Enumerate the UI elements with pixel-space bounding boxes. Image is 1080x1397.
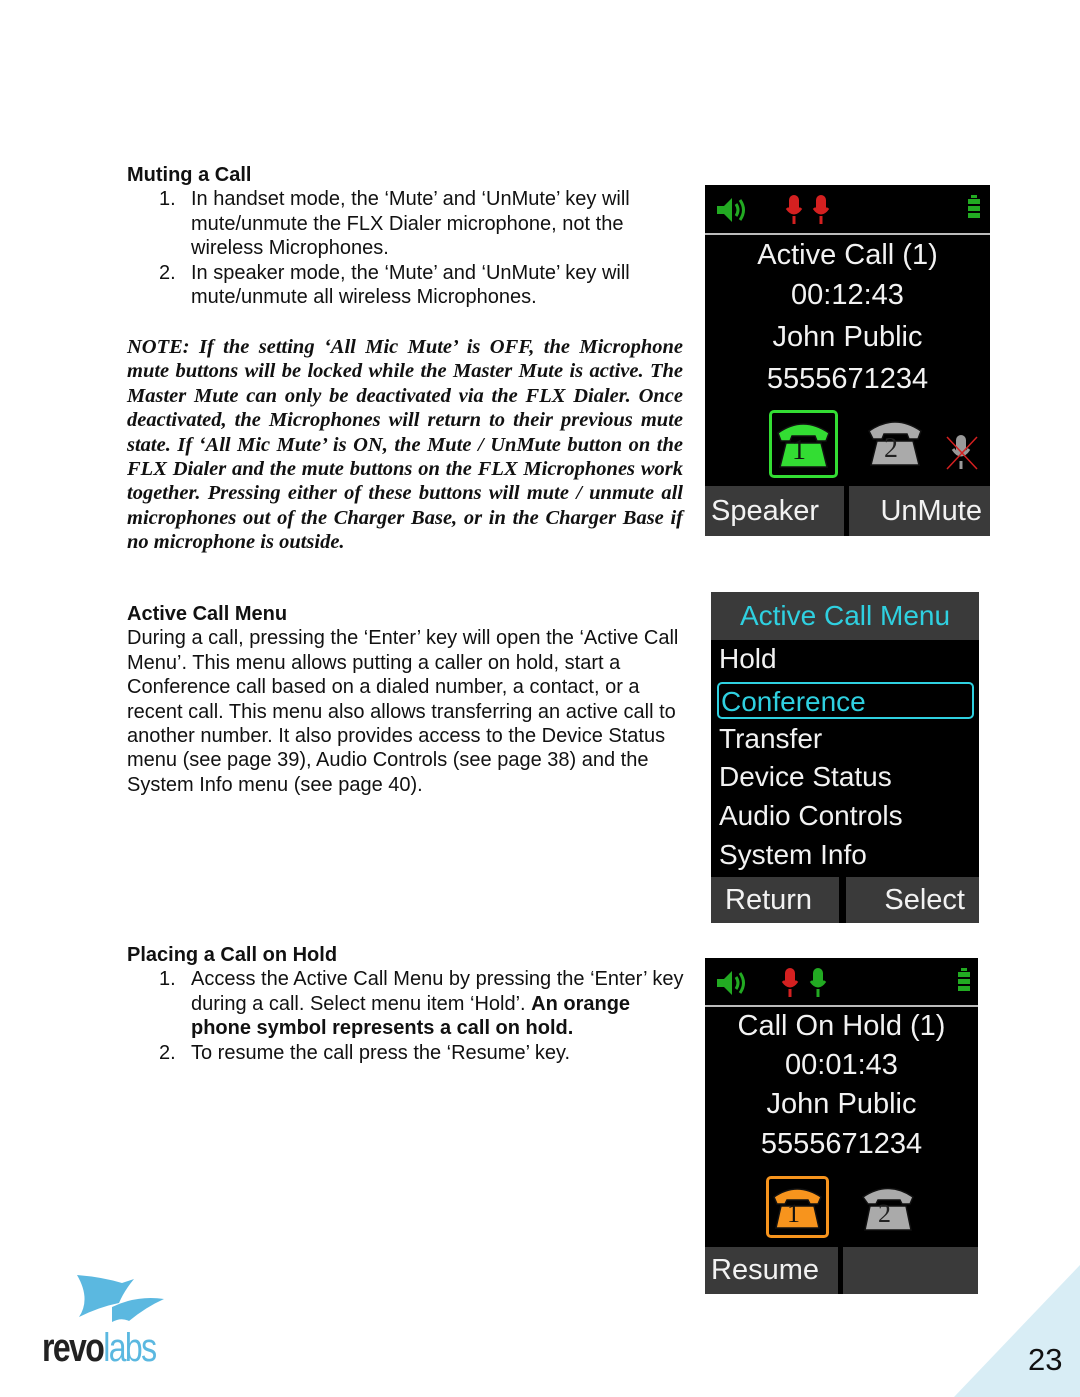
caller-number: 5555671234: [760, 1128, 923, 1160]
unmute-softkey[interactable]: UnMute: [849, 486, 990, 536]
status-bar: [705, 185, 990, 235]
line-1-active-icon: 1: [769, 410, 838, 478]
fin-logo-icon: [77, 1275, 164, 1322]
speaker-softkey[interactable]: Speaker: [705, 486, 844, 536]
body-text: During a call, pressing the ‘Enter’ key …: [127, 627, 679, 796]
list-item: 1. Access the Active Call Menu by pressin…: [159, 968, 684, 1040]
muting-section: Muting a Call 1. In handset mode, the ‘Mu…: [127, 163, 692, 309]
menu-item-conference[interactable]: Conference: [717, 682, 974, 719]
menu-item-system-info[interactable]: System Info: [717, 837, 974, 874]
call-title: Call On Hold (1): [737, 1010, 946, 1042]
active-call-screen: Active Call (1) 00:12:43 John Public 555…: [705, 185, 990, 536]
line-2-idle-icon: 2: [865, 415, 925, 475]
section-heading: Placing a Call on Hold: [127, 944, 338, 966]
note-paragraph: NOTE: If the setting ‘All Mic Mute’ is O…: [127, 336, 683, 554]
line-2-idle-icon: 2: [860, 1182, 916, 1238]
mic-disabled-icon: [946, 435, 978, 470]
revolabs-logo: revolabs: [42, 1272, 177, 1372]
mic-muted-icons: [785, 195, 830, 224]
hold-section: Placing a Call on Hold 1. Access the Acti…: [127, 943, 687, 1065]
select-softkey[interactable]: Select: [846, 877, 979, 923]
section-heading: Muting a Call: [127, 164, 252, 186]
call-on-hold-screen: Call On Hold (1) 00:01:43 John Public 55…: [705, 958, 978, 1294]
return-softkey[interactable]: Return: [711, 877, 839, 923]
menu-title: Active Call Menu: [711, 592, 979, 640]
speaker-icon: [717, 198, 745, 222]
menu-item-hold[interactable]: Hold: [717, 641, 974, 678]
menu-item-device-status[interactable]: Device Status: [717, 759, 974, 796]
line-1-hold-icon: 1: [766, 1176, 829, 1238]
resume-softkey[interactable]: Resume: [705, 1247, 838, 1294]
battery-icon: [968, 195, 980, 218]
call-title: Active Call (1): [757, 239, 938, 271]
speaker-icon: [717, 971, 745, 995]
caller-name: John Public: [766, 1088, 917, 1120]
list-item: 1. In handset mode, the ‘Mute’ and ‘UnMut…: [159, 188, 630, 260]
menu-item-transfer[interactable]: Transfer: [717, 721, 974, 758]
active-menu-section: Active Call Menu During a call, pressing…: [127, 602, 693, 797]
section-heading: Active Call Menu: [127, 603, 288, 625]
call-timer: 00:12:43: [791, 279, 904, 311]
battery-icon: [958, 968, 970, 991]
page-number: 23: [1028, 1342, 1063, 1377]
list-item: 2. To resume the call press the ‘Resume’ …: [159, 1041, 571, 1064]
call-timer: 00:01:43: [785, 1049, 898, 1081]
active-call-menu-screen: Active Call Menu Hold Conference Transfe…: [711, 592, 979, 923]
caller-number: 5555671234: [766, 363, 929, 395]
caller-name: John Public: [772, 321, 923, 353]
menu-item-audio-controls[interactable]: Audio Controls: [717, 798, 974, 835]
mic-status-icons: [781, 968, 827, 997]
status-bar: [705, 958, 978, 1007]
list-item: 2. In speaker mode, the ‘Mute’ and ‘UnMut…: [159, 261, 630, 309]
